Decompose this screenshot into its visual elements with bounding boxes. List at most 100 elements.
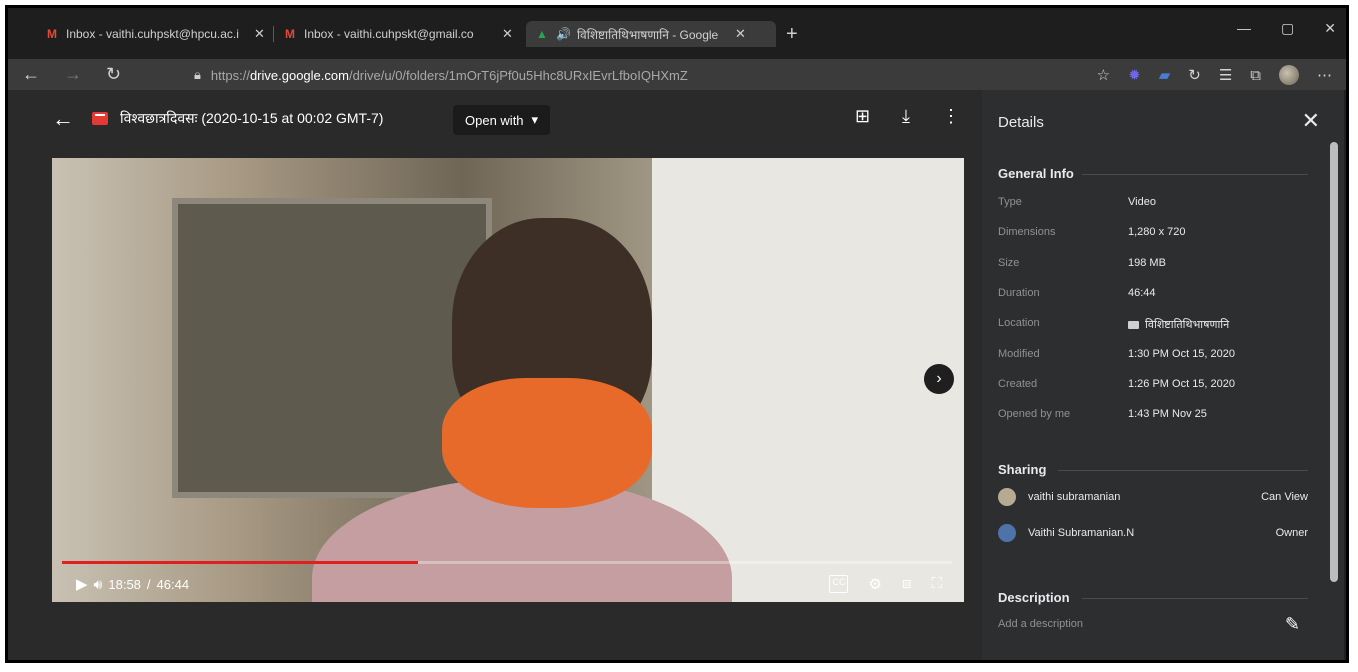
details-scrollbar[interactable]: [1330, 142, 1338, 582]
info-value-text: 1:43 PM Nov 25: [1128, 408, 1207, 421]
info-value-text: 198 MB: [1128, 256, 1166, 269]
video-progress-fill: [62, 561, 418, 564]
url-prefix: https://: [210, 67, 250, 83]
info-key: Dimensions: [998, 226, 1056, 239]
video-player[interactable]: › ▶ 🔊︎ 18:58 / 46:44 CC ⚙ ⧈ ⛶: [52, 158, 964, 602]
info-value: 46:44: [1128, 287, 1156, 299]
extension-gear-icon[interactable]: ✹: [1128, 66, 1141, 84]
audio-playing-icon[interactable]: 🔊: [556, 27, 571, 41]
play-icon[interactable]: ▶: [76, 575, 88, 593]
info-key: Duration: [998, 286, 1040, 299]
chevron-down-icon: ▾: [531, 112, 539, 127]
screen: M Inbox - vaithi.cuhpskt@hpcu.ac.i ✕ M I…: [5, 5, 1349, 663]
sharing-row[interactable]: Vaithi Subramanian.N Owner: [998, 524, 1308, 542]
maximize-icon[interactable]: ▢: [1281, 20, 1294, 37]
sharing-permission: Owner: [1275, 527, 1308, 539]
close-details-icon[interactable]: ✕: [1302, 108, 1320, 134]
divider: [1058, 470, 1308, 471]
info-row: Type Video: [998, 196, 1308, 208]
folder-icon: [1128, 320, 1139, 329]
close-tab-icon[interactable]: ✕: [735, 26, 746, 42]
more-actions-icon[interactable]: ⋮: [942, 106, 960, 127]
settings-icon[interactable]: ⚙: [868, 575, 881, 593]
info-key: Created: [998, 377, 1038, 390]
captions-icon[interactable]: CC: [829, 575, 849, 593]
add-comment-icon[interactable]: ⊞: [855, 106, 870, 127]
user-avatar: [998, 488, 1016, 506]
info-row: Location विशिष्टातिथिभाषणानि: [998, 317, 1308, 332]
new-tab-icon[interactable]: +: [786, 23, 798, 46]
description-input[interactable]: Add a description: [998, 618, 1083, 630]
video-controls-right: CC ⚙ ⧈ ⛶: [829, 575, 964, 593]
info-row: Opened by me 1:43 PM Nov 25: [998, 408, 1308, 420]
info-value[interactable]: विशिष्टातिथिभाषणानि: [1128, 317, 1229, 332]
extension-chart-icon[interactable]: ▰: [1159, 66, 1171, 84]
fullscreen-icon[interactable]: ⛶: [931, 575, 942, 593]
tab-strip: M Inbox - vaithi.cuhpskt@hpcu.ac.i ✕ M I…: [8, 20, 798, 48]
viewer-actions: ⊞ ⤓ ⋮: [855, 106, 960, 127]
tab-drive-active[interactable]: ▲ 🔊 विशिष्टातिथिभाषणानि - Google ✕: [526, 21, 776, 47]
info-key: Modified: [998, 347, 1040, 360]
volume-icon[interactable]: 🔊︎: [94, 576, 103, 593]
sharing-user-name: vaithi subramanian: [1028, 491, 1121, 503]
tab-gmail-hpcu[interactable]: M Inbox - vaithi.cuhpskt@hpcu.ac.i ✕: [8, 21, 273, 47]
close-tab-icon[interactable]: ✕: [254, 26, 265, 42]
forward-icon[interactable]: →: [64, 64, 82, 85]
navigation-buttons: ← → ↻: [22, 64, 121, 85]
user-avatar: [998, 524, 1016, 542]
info-value-text: 1:30 PM Oct 15, 2020: [1128, 347, 1236, 360]
general-info-title: General Info: [998, 166, 1074, 181]
open-with-button[interactable]: Open with ▾: [453, 105, 551, 135]
url-path: /drive/u/0/folders/1mOrT6jPf0u5Hhc8URxIE…: [348, 67, 688, 83]
collections-icon[interactable]: ⧉: [1250, 67, 1261, 84]
miniplayer-icon[interactable]: ⧈: [902, 575, 912, 593]
url-field[interactable]: 🔒︎ https://drive.google.com/drive/u/0/fo…: [194, 67, 688, 83]
info-value: 1:43 PM Nov 25: [1128, 408, 1207, 420]
drive-file-viewer: ← विश्वछात्रदिवसः (2020-10-15 at 00:02 G…: [8, 90, 982, 660]
tab-title: विशिष्टातिथिभाषणानि - Google: [576, 27, 719, 42]
minimize-icon[interactable]: —: [1237, 20, 1251, 37]
info-value: 1,280 x 720: [1128, 226, 1186, 238]
video-progress-bar[interactable]: [62, 561, 952, 564]
more-menu-icon[interactable]: ⋯: [1317, 66, 1332, 84]
edit-pencil-icon[interactable]: ✎: [1285, 614, 1300, 635]
info-row: Dimensions 1,280 x 720: [998, 226, 1308, 238]
next-file-button[interactable]: ›: [924, 364, 954, 394]
description-title: Description: [998, 590, 1070, 605]
time-current: 18:58: [108, 576, 141, 592]
info-row: Size 198 MB: [998, 257, 1308, 269]
video-person: [312, 218, 732, 602]
back-icon[interactable]: ←: [22, 64, 40, 85]
refresh-icon[interactable]: ↻: [106, 64, 121, 85]
file-name: विश्वछात्रदिवसः (2020-10-15 at 00:02 GMT…: [120, 110, 384, 126]
tab-title: Inbox - vaithi.cuhpskt@gmail.co: [304, 27, 474, 41]
info-value-text: 1:26 PM Oct 15, 2020: [1128, 377, 1236, 390]
download-icon[interactable]: ⤓: [902, 106, 910, 127]
sharing-title: Sharing: [998, 462, 1047, 477]
open-with-label: Open with: [465, 112, 524, 128]
favorites-icon[interactable]: ☰: [1219, 66, 1232, 84]
toolbar-extensions: ☆ ✹ ▰ ↻ ☰ ⧉ ⋯: [1097, 65, 1332, 85]
video-controls-left: ▶ 🔊︎ 18:58 / 46:44: [52, 575, 190, 594]
extension-puzzle-icon[interactable]: ↻: [1188, 66, 1201, 84]
lock-icon[interactable]: 🔒︎: [194, 67, 201, 83]
window-close-icon[interactable]: ✕: [1324, 20, 1336, 37]
sharing-row[interactable]: vaithi subramanian Can View: [998, 488, 1308, 506]
time-total: 46:44: [156, 576, 190, 592]
browser-tab-bar: M Inbox - vaithi.cuhpskt@hpcu.ac.i ✕ M I…: [8, 8, 1346, 59]
tab-gmail-personal[interactable]: M Inbox - vaithi.cuhpskt@gmail.co ✕: [274, 21, 526, 47]
viewer-top-bar: ← विश्वछात्रदिवसः (2020-10-15 at 00:02 G…: [8, 90, 982, 148]
profile-avatar[interactable]: [1279, 65, 1299, 85]
divider: [1082, 598, 1308, 599]
gmail-icon: M: [285, 27, 295, 41]
info-value-text: 46:44: [1128, 286, 1156, 299]
close-tab-icon[interactable]: ✕: [502, 26, 513, 42]
viewer-back-icon[interactable]: ←: [52, 106, 74, 132]
time-separator: /: [146, 576, 151, 592]
divider: [1082, 174, 1308, 175]
sharing-permission: Can View: [1261, 491, 1308, 503]
info-key: Type: [998, 196, 1022, 208]
info-row: Created 1:26 PM Oct 15, 2020: [998, 378, 1308, 390]
add-favorite-icon[interactable]: ☆: [1097, 66, 1110, 84]
video-controls: ▶ 🔊︎ 18:58 / 46:44 CC ⚙ ⧈ ⛶: [52, 566, 964, 602]
